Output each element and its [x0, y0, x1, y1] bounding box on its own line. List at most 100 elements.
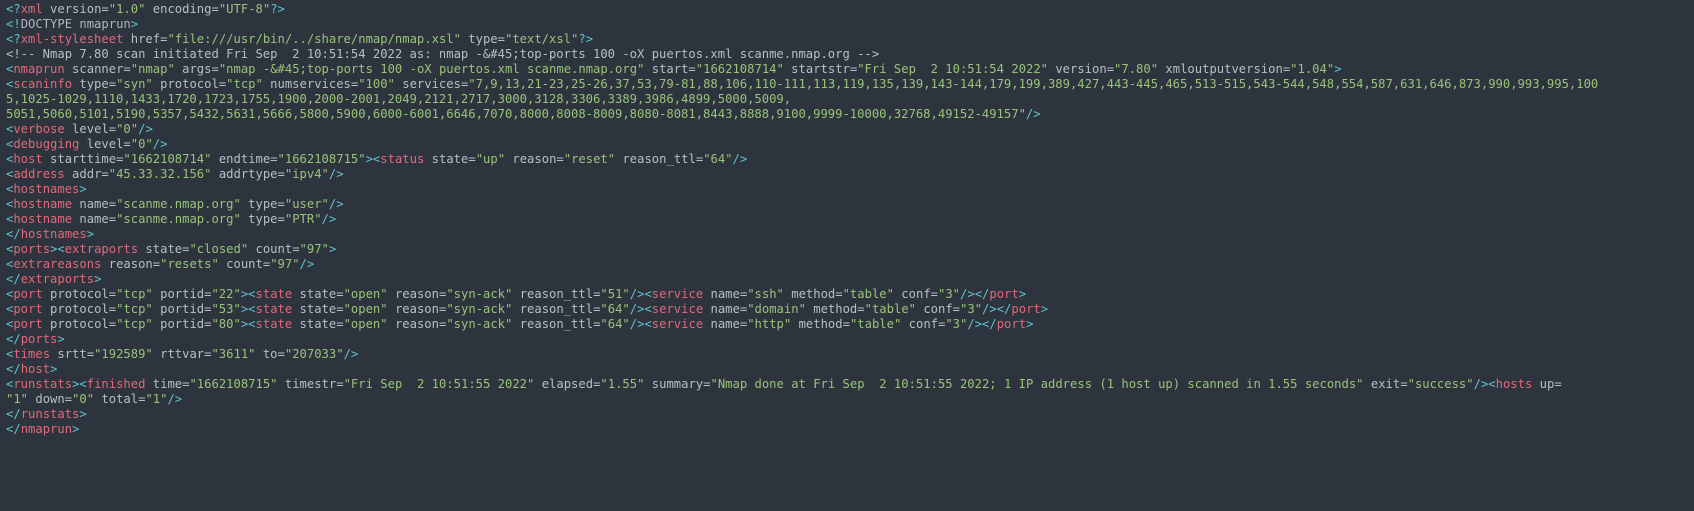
- xml-text-view[interactable]: <?xml version="1.0" encoding="UTF-8"?> <!…: [0, 0, 1694, 511]
- xml-attribute-value: "open": [343, 317, 388, 331]
- xml-attribute-value: 5051,5060,5101,5190,5357,5432,5631,5666,…: [6, 107, 1026, 121]
- xml-attribute-value: 5,1025-1029,1110,1433,1720,1723,1755,190…: [6, 92, 792, 106]
- xml-attribute: reason_ttl=: [512, 287, 601, 301]
- code-line: <!DOCTYPE nmaprun>: [6, 17, 1694, 32]
- xml-bracket: /><: [629, 287, 652, 301]
- code-line: <host starttime="1662108714" endtime="16…: [6, 152, 1694, 167]
- xml-attribute-value: "3": [938, 287, 961, 301]
- xml-tag-name: address: [13, 167, 65, 181]
- xml-comment: <!-- Nmap 7.80 scan initiated Fri Sep 2 …: [6, 47, 880, 61]
- xml-bracket: />: [299, 257, 315, 271]
- xml-bracket: >: [79, 407, 87, 421]
- code-line: <ports><extraports state="closed" count=…: [6, 242, 1694, 257]
- xml-tag-name: service: [651, 302, 704, 316]
- xml-attribute-value: "closed": [189, 242, 249, 256]
- xml-attribute: state=: [138, 242, 190, 256]
- xml-attribute: count=: [248, 242, 300, 256]
- xml-attribute-value: "45.33.32.156": [108, 167, 212, 181]
- xml-bracket: />: [1025, 107, 1041, 121]
- xml-tag-name: xml-stylesheet: [20, 32, 124, 46]
- code-line: <!-- Nmap 7.80 scan initiated Fri Sep 2 …: [6, 47, 1694, 62]
- xml-attribute: reason=: [387, 287, 447, 301]
- xml-tag-name: hostnames: [13, 182, 80, 196]
- xml-bracket: ?>: [578, 32, 594, 46]
- xml-tag-name: xml: [20, 2, 43, 16]
- xml-bracket: </: [6, 332, 21, 346]
- xml-attribute: reason=: [505, 152, 564, 166]
- xml-bracket: /></: [982, 302, 1012, 316]
- xml-attribute: services=: [394, 77, 469, 91]
- xml-bracket: />: [328, 167, 344, 181]
- xml-bracket: </: [6, 422, 21, 436]
- xml-bracket: />: [343, 347, 359, 361]
- xml-bracket: ><: [240, 287, 256, 301]
- xml-attribute: conf=: [915, 302, 961, 316]
- code-line: <port protocol="tcp" portid="80"><state …: [6, 317, 1694, 332]
- xml-attribute: state=: [424, 152, 476, 166]
- xml-attribute-value: "scanme.nmap.org": [116, 197, 241, 211]
- xml-attribute: up=: [1532, 377, 1562, 391]
- xml-bracket: >: [50, 362, 58, 376]
- code-line: <verbose level="0"/>: [6, 122, 1694, 137]
- xml-tag-name: state: [255, 317, 293, 331]
- xml-attribute-value: "PTR": [284, 212, 322, 226]
- xml-bracket: <?: [6, 32, 21, 46]
- xml-attribute-value: "ssh": [747, 287, 784, 301]
- xml-attribute: rttvar=: [152, 347, 212, 361]
- xml-bracket: />: [328, 197, 344, 211]
- xml-attribute: method=: [783, 287, 843, 301]
- xml-tag-name: runstats: [13, 377, 73, 391]
- xml-bracket: /></: [967, 317, 997, 331]
- xml-bracket: />: [321, 212, 337, 226]
- xml-tag-name: service: [651, 287, 704, 301]
- xml-attribute-value: "1.0": [108, 2, 146, 16]
- xml-bracket: >: [1026, 317, 1034, 331]
- xml-tag-name: hostname: [13, 197, 73, 211]
- xml-tag-name: nmaprun: [20, 422, 73, 436]
- xml-attribute-value: "Nmap done at Fri Sep 2 10:51:55 2022; 1…: [710, 377, 1364, 391]
- xml-attribute-value: "resets": [160, 257, 219, 271]
- code-line: 5,1025-1029,1110,1433,1720,1723,1755,190…: [6, 92, 1694, 107]
- xml-attribute: method=: [791, 317, 850, 331]
- xml-attribute: version=: [42, 2, 109, 16]
- xml-attribute: conf=: [901, 317, 946, 331]
- xml-bracket: </: [6, 272, 21, 286]
- xml-bracket: </: [6, 227, 21, 241]
- xml-attribute: reason=: [101, 257, 161, 271]
- xml-attribute-value: "0": [72, 392, 95, 406]
- xml-attribute: reason=: [387, 317, 447, 331]
- xml-attribute-value: "syn": [116, 77, 153, 91]
- xml-attribute-value: "1.04": [1290, 62, 1335, 76]
- xml-tag-name: port: [13, 317, 43, 331]
- xml-attribute-value: "1": [6, 392, 29, 406]
- xml-attribute-value: "7,9,13,21-23,25-26,37,53,79-81,88,106,1…: [468, 77, 1599, 91]
- xml-attribute-value: "nmap": [130, 62, 175, 76]
- xml-doctype-text: DOCTYPE nmaprun: [20, 17, 131, 31]
- xml-attribute: conf=: [893, 287, 938, 301]
- xml-attribute: type=: [72, 77, 117, 91]
- xml-tag-name: nmaprun: [13, 62, 65, 76]
- xml-tag-name: state: [255, 302, 293, 316]
- code-line: </hostnames>: [6, 227, 1694, 242]
- xml-bracket: ><: [240, 302, 256, 316]
- code-line: <times srtt="192589" rttvar="3611" to="2…: [6, 347, 1694, 362]
- xml-bracket: />: [138, 122, 153, 136]
- xml-bracket: ><: [240, 317, 256, 331]
- xml-attribute: srtt=: [50, 347, 95, 361]
- xml-attribute-value: "192589": [94, 347, 153, 361]
- code-line: <port protocol="tcp" portid="22"><state …: [6, 287, 1694, 302]
- xml-attribute-value: "3": [960, 302, 983, 316]
- xml-attribute: level=: [64, 122, 117, 136]
- xml-attribute-value: "97": [299, 242, 329, 256]
- code-line: <?xml version="1.0" encoding="UTF-8"?>: [6, 2, 1694, 17]
- xml-attribute: numservices=: [262, 77, 359, 91]
- code-line: <extrareasons reason="resets" count="97"…: [6, 257, 1694, 272]
- xml-attribute-value: "tcp": [116, 317, 153, 331]
- xml-attribute: scanner=: [64, 62, 131, 76]
- xml-attribute-value: "1662108715": [189, 377, 278, 391]
- xml-attribute: level=: [79, 137, 131, 151]
- xml-attribute: href=: [123, 32, 168, 46]
- xml-bracket: >: [79, 182, 87, 196]
- xml-tag-name: port: [1011, 302, 1041, 316]
- xml-tag-name: status: [380, 152, 425, 166]
